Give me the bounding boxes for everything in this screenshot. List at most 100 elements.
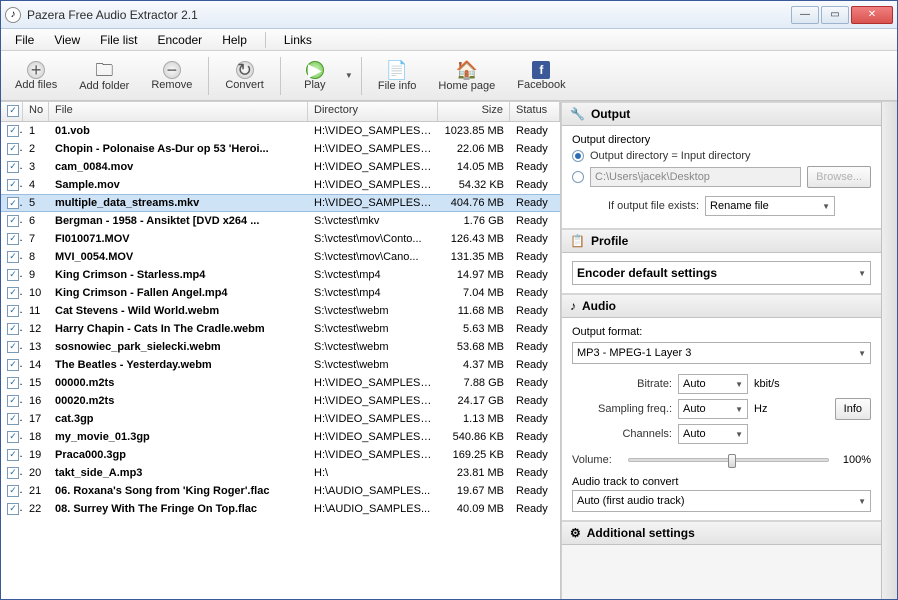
remove-button[interactable]: −Remove [141,59,202,93]
maximize-button[interactable]: ▭ [821,6,849,24]
row-checkbox[interactable]: ✓ [1,268,23,281]
menu-encoder[interactable]: Encoder [149,31,210,49]
row-checkbox[interactable]: ✓ [1,502,23,515]
row-checkbox[interactable]: ✓ [1,376,23,389]
table-row[interactable]: ✓2106. Roxana's Song from 'King Roger'.f… [1,482,560,500]
table-row[interactable]: ✓13sosnowiec_park_sielecki.webmS:\vctest… [1,338,560,356]
table-row[interactable]: ✓14The Beatles - Yesterday.webmS:\vctest… [1,356,560,374]
menu-view[interactable]: View [46,31,88,49]
side-scrollbar[interactable] [881,102,897,599]
audio-section-head[interactable]: ♪Audio [562,294,881,318]
row-status: Ready [510,269,560,281]
table-row[interactable]: ✓1500000.m2tsH:\VIDEO_SAMPLES\...7.88 GB… [1,374,560,392]
info-button[interactable]: Info [835,398,871,420]
radio-same-dir[interactable] [572,150,584,162]
row-checkbox[interactable]: ✓ [1,214,23,227]
row-size: 24.17 GB [438,395,510,407]
fileinfo-button[interactable]: 📄File info [368,58,427,94]
additional-section-head[interactable]: ⚙Additional settings [562,521,881,545]
row-size: 7.04 MB [438,287,510,299]
table-row[interactable]: ✓5multiple_data_streams.mkvH:\VIDEO_SAMP… [1,194,560,212]
row-dir: S:\vctest\mp4 [308,287,438,299]
format-select[interactable]: MP3 - MPEG-1 Layer 3▼ [572,342,871,364]
row-checkbox[interactable]: ✓ [1,340,23,353]
row-status: Ready [510,125,560,137]
col-size[interactable]: Size [438,102,510,121]
profile-select[interactable]: Encoder default settings▼ [572,261,871,285]
table-row[interactable]: ✓19Praca000.3gpH:\VIDEO_SAMPLES\...169.2… [1,446,560,464]
row-checkbox[interactable]: ✓ [1,430,23,443]
table-row[interactable]: ✓3cam_0084.movH:\VIDEO_SAMPLES\...14.05 … [1,158,560,176]
row-checkbox[interactable]: ✓ [1,358,23,371]
row-checkbox[interactable]: ✓ [1,160,23,173]
row-size: 404.76 MB [438,197,510,209]
track-select[interactable]: Auto (first audio track)▼ [572,490,871,512]
row-size: 19.67 MB [438,485,510,497]
row-checkbox[interactable]: ✓ [1,484,23,497]
col-file[interactable]: File [49,102,308,121]
output-section-head[interactable]: 🔧Output [562,102,881,126]
minimize-button[interactable]: — [791,6,819,24]
table-row[interactable]: ✓20takt_side_A.mp3H:\23.81 MBReady [1,464,560,482]
radio-custom-dir[interactable] [572,171,584,183]
row-checkbox[interactable]: ✓ [1,232,23,245]
menu-filelist[interactable]: File list [92,31,145,49]
row-checkbox[interactable]: ✓ [1,304,23,317]
table-row[interactable]: ✓18my_movie_01.3gpH:\VIDEO_SAMPLES\...54… [1,428,560,446]
col-checkbox[interactable]: ✓ [1,102,23,121]
row-status: Ready [510,341,560,353]
row-checkbox[interactable]: ✓ [1,412,23,425]
row-checkbox[interactable]: ✓ [1,197,23,210]
col-directory[interactable]: Directory [308,102,438,121]
table-row[interactable]: ✓4Sample.movH:\VIDEO_SAMPLES\...54.32 KB… [1,176,560,194]
menu-help[interactable]: Help [214,31,255,49]
menu-divider [265,32,266,48]
row-checkbox[interactable]: ✓ [1,178,23,191]
menu-links[interactable]: Links [276,31,320,49]
facebook-button[interactable]: fFacebook [507,59,575,93]
row-file: sosnowiec_park_sielecki.webm [49,341,308,353]
col-no[interactable]: No [23,102,49,121]
table-row[interactable]: ✓9King Crimson - Starless.mp4S:\vctest\m… [1,266,560,284]
row-checkbox[interactable]: ✓ [1,250,23,263]
table-row[interactable]: ✓8MVI_0054.MOVS:\vctest\mov\Cano...131.3… [1,248,560,266]
add-folder-button[interactable]: 🗀Add folder [69,58,139,94]
row-checkbox[interactable]: ✓ [1,394,23,407]
profile-icon: 📋 [570,234,585,248]
convert-button[interactable]: ↻Convert [215,59,274,93]
homepage-button[interactable]: 🏠Home page [428,58,505,94]
col-status[interactable]: Status [510,102,560,121]
table-row[interactable]: ✓2208. Surrey With The Fringe On Top.fla… [1,500,560,518]
profile-section-head[interactable]: 📋Profile [562,229,881,253]
add-files-button[interactable]: +Add files [5,59,67,93]
table-row[interactable]: ✓6Bergman - 1958 - Ansiktet [DVD x264 ..… [1,212,560,230]
table-row[interactable]: ✓10King Crimson - Fallen Angel.mp4S:\vct… [1,284,560,302]
row-checkbox[interactable]: ✓ [1,448,23,461]
bitrate-select[interactable]: Auto▼ [678,374,748,394]
table-row[interactable]: ✓11Cat Stevens - Wild World.webmS:\vctes… [1,302,560,320]
row-checkbox[interactable]: ✓ [1,466,23,479]
row-file: cam_0084.mov [49,161,308,173]
row-checkbox[interactable]: ✓ [1,322,23,335]
row-dir: H:\AUDIO_SAMPLES... [308,485,438,497]
play-button[interactable]: ▶Play [287,59,343,93]
play-dropdown[interactable]: ▼ [345,71,355,80]
row-checkbox[interactable]: ✓ [1,124,23,137]
row-checkbox[interactable]: ✓ [1,142,23,155]
table-row[interactable]: ✓12Harry Chapin - Cats In The Cradle.web… [1,320,560,338]
table-row[interactable]: ✓101.vobH:\VIDEO_SAMPLES\...1023.85 MBRe… [1,122,560,140]
table-row[interactable]: ✓1600020.m2tsH:\VIDEO_SAMPLES\...24.17 G… [1,392,560,410]
gear-icon: ⚙ [570,526,581,540]
menu-file[interactable]: File [7,31,42,49]
row-checkbox[interactable]: ✓ [1,286,23,299]
sampling-select[interactable]: Auto▼ [678,399,748,419]
minus-icon: − [163,61,181,79]
table-row[interactable]: ✓17cat.3gpH:\VIDEO_SAMPLES\...1.13 MBRea… [1,410,560,428]
row-file: King Crimson - Fallen Angel.mp4 [49,287,308,299]
exists-select[interactable]: Rename file▼ [705,196,835,216]
volume-slider[interactable] [628,458,829,462]
close-button[interactable]: ✕ [851,6,893,24]
table-row[interactable]: ✓7FI010071.MOVS:\vctest\mov\Conto...126.… [1,230,560,248]
channels-select[interactable]: Auto▼ [678,424,748,444]
table-row[interactable]: ✓2Chopin - Polonaise As-Dur op 53 'Heroi… [1,140,560,158]
